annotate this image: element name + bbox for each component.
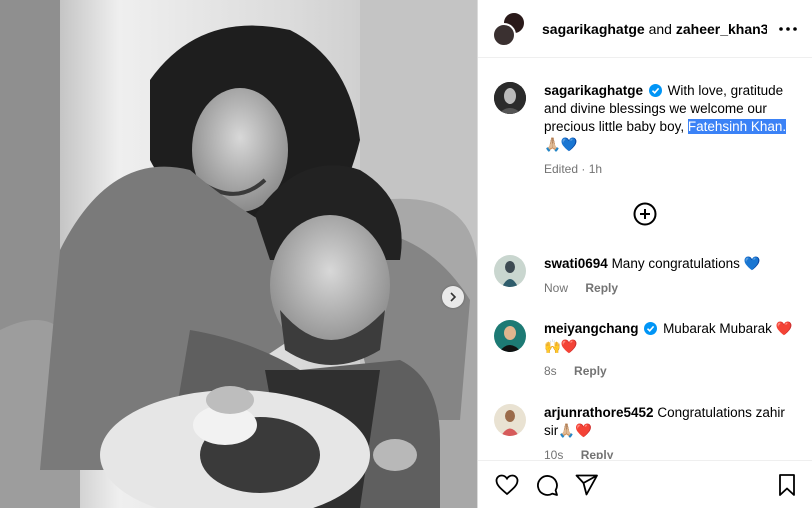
comment-body: arjunrathore5452 Congratulations zahir s… xyxy=(544,404,799,459)
comment: meiyangchang Mubarak Mubarak ❤️ 🙌❤️ 8s R… xyxy=(494,320,804,380)
comment-username[interactable]: meiyangchang xyxy=(544,321,639,336)
meta-separator: · xyxy=(581,162,586,176)
family-photo-illustration xyxy=(0,0,477,508)
heart-icon xyxy=(495,474,519,495)
caption-time: 1h xyxy=(588,162,603,176)
caption-meta: Edited · 1h xyxy=(544,160,799,178)
avatar[interactable] xyxy=(494,255,526,287)
caption-emoji: 🙏🏼💙 xyxy=(544,137,578,152)
comment-time: Now xyxy=(544,281,569,295)
comment-time: 8s xyxy=(544,364,557,378)
reply-button[interactable]: Reply xyxy=(585,281,618,295)
reply-button[interactable]: Reply xyxy=(574,364,607,378)
verified-badge-icon xyxy=(644,322,658,335)
carousel-next-button[interactable] xyxy=(442,286,464,308)
comment-meta: 8s Reply xyxy=(544,362,799,380)
comment-button[interactable] xyxy=(534,472,560,498)
avatar-image xyxy=(494,82,526,114)
comment-meta: Now Reply xyxy=(544,279,799,297)
avatar-zaheer xyxy=(492,22,516,47)
post-side-panel: sagarikaghatge and zaheer_khan34 sagarik… xyxy=(477,0,812,508)
send-icon xyxy=(575,474,598,495)
collab-avatars[interactable] xyxy=(492,10,528,47)
comment-time: 10s xyxy=(544,448,564,459)
plus-circle-icon[interactable] xyxy=(633,202,657,226)
reply-button[interactable]: Reply xyxy=(581,448,614,459)
post-authors: sagarikaghatge and zaheer_khan34 xyxy=(542,21,767,37)
caption: sagarikaghatge With love, gratitude and … xyxy=(494,82,804,178)
comment-icon xyxy=(537,474,558,496)
avatar[interactable] xyxy=(494,82,526,114)
comment-body: meiyangchang Mubarak Mubarak ❤️ 🙌❤️ 8s R… xyxy=(544,320,799,380)
post-photo[interactable] xyxy=(0,0,477,508)
caption-highlight: Fatehsinh Khan. xyxy=(687,119,787,134)
verified-badge-icon xyxy=(648,84,662,97)
like-button[interactable] xyxy=(494,472,520,498)
avatar-image xyxy=(494,255,526,287)
avatar[interactable] xyxy=(494,404,526,436)
comment-body: swati0694 Many congratulations 💙 Now Rep… xyxy=(544,255,799,297)
more-options-button[interactable] xyxy=(777,19,799,39)
comments-scroll[interactable]: sagarikaghatge With love, gratitude and … xyxy=(478,59,812,459)
instagram-post: sagarikaghatge and zaheer_khan34 sagarik… xyxy=(0,0,812,508)
caption-username[interactable]: sagarikaghatge xyxy=(544,83,643,98)
author-and: and xyxy=(648,20,672,37)
more-options-icon xyxy=(779,27,797,31)
avatar-image xyxy=(494,404,526,436)
comment-username[interactable]: arjunrathore5452 xyxy=(544,405,654,420)
share-button[interactable] xyxy=(574,472,600,498)
comment-text: Many congratulations 💙 xyxy=(611,256,761,271)
author-link-2[interactable]: zaheer_khan34 xyxy=(676,21,767,37)
post-actions xyxy=(478,460,812,508)
avatar[interactable] xyxy=(494,320,526,352)
chevron-right-icon xyxy=(450,292,457,302)
caption-body: sagarikaghatge With love, gratitude and … xyxy=(544,82,799,178)
comment-meta: 10s Reply xyxy=(544,446,799,459)
edited-label: Edited xyxy=(544,162,579,176)
author-link-1[interactable]: sagarikaghatge xyxy=(542,21,645,37)
comment: arjunrathore5452 Congratulations zahir s… xyxy=(494,404,804,459)
comment-username[interactable]: swati0694 xyxy=(544,256,608,271)
comment: swati0694 Many congratulations 💙 Now Rep… xyxy=(494,255,804,297)
post-header: sagarikaghatge and zaheer_khan34 xyxy=(478,0,812,58)
avatar-image xyxy=(494,320,526,352)
bookmark-icon[interactable] xyxy=(775,473,799,497)
